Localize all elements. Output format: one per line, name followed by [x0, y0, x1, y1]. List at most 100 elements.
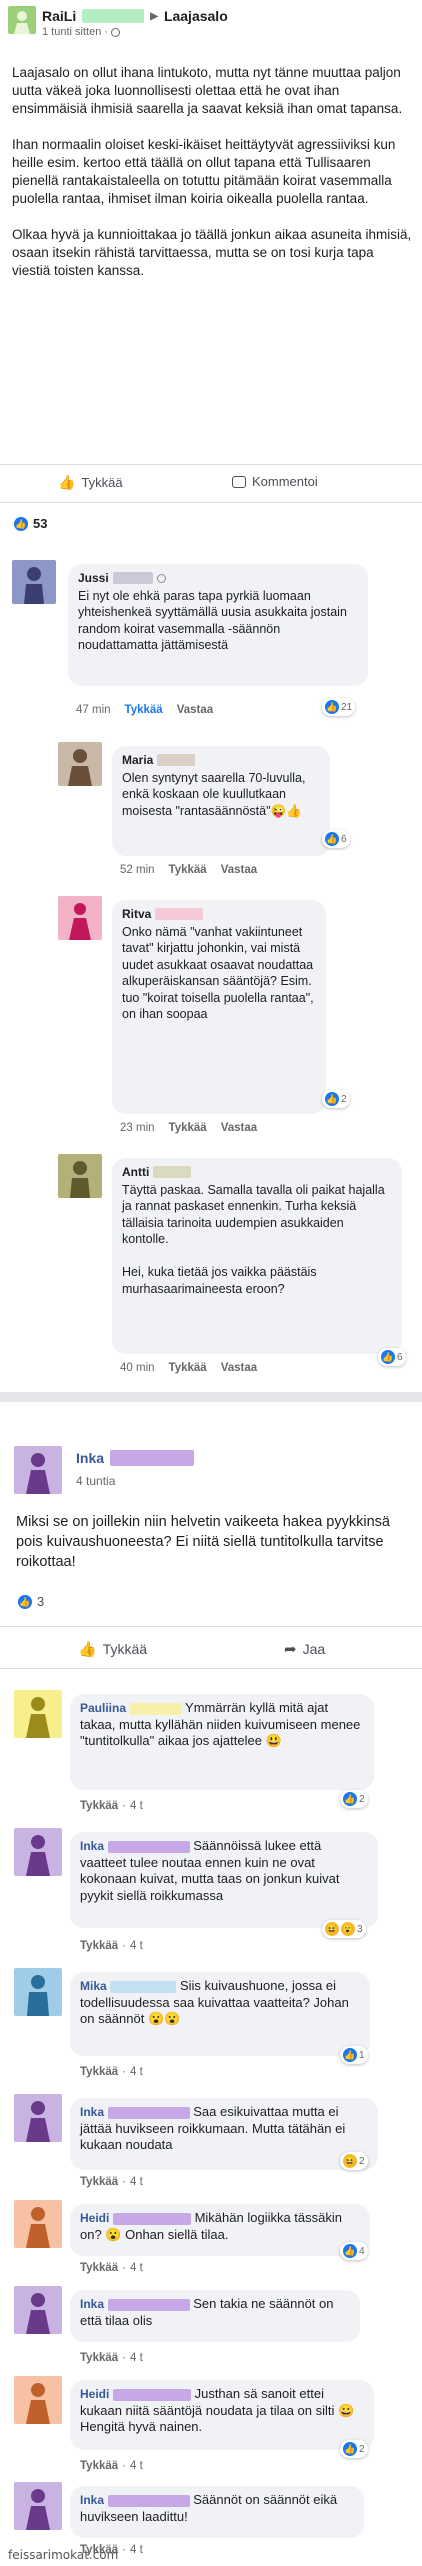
like-reaction-icon: 👍 [325, 832, 339, 846]
comment-button[interactable]: Kommentoi [232, 474, 318, 489]
divider [0, 1668, 422, 1669]
comment-like-link[interactable]: Tykkää [169, 1362, 207, 1374]
comment-bubble: Inka Säännöt on säännöt eikä huvikseen l… [70, 2486, 364, 2538]
comment-reply-link[interactable]: Vastaa [221, 1122, 257, 1134]
comment-reactions[interactable]: 👍 2 [340, 1790, 368, 1808]
commenter-name[interactable]: Heidi [80, 2211, 109, 2225]
comment-bubble: Jussi Ei nyt ole ehkä paras tapa pyrkiä … [68, 564, 368, 686]
reaction-summary[interactable]: 👍 3 [18, 1594, 44, 1609]
comment-like-link[interactable]: Tykkää [80, 1940, 118, 1952]
comment-reply-link[interactable]: Vastaa [177, 704, 213, 716]
comment-like-link[interactable]: Tykkää [80, 2352, 118, 2364]
comment-text: Ei nyt ole ehkä paras tapa pyrkiä luomaa… [78, 588, 347, 653]
comment-meta: Tykkää · 4 t [80, 2176, 143, 2188]
comment-text: Pauliina Ymmärrän kyllä mitä ajat takaa,… [80, 1700, 361, 1748]
reaction-summary[interactable]: 👍 53 [14, 516, 47, 531]
avatar[interactable] [14, 2200, 62, 2248]
comment-time: 4 t [130, 2460, 143, 2472]
comment-reactions[interactable]: 😆 2 [340, 2152, 368, 2170]
commenter-name[interactable]: Pauliina [80, 1701, 126, 1715]
comment-time: 47 min [76, 704, 111, 716]
commenter-name[interactable]: Ritva [122, 906, 151, 923]
avatar[interactable] [14, 1828, 62, 1876]
comment-meta: Tykkää · 4 t [80, 2460, 143, 2472]
post-header: Inka [76, 1450, 195, 1466]
like-reaction-icon: 👍 [343, 2048, 357, 2062]
comment-reactions[interactable]: 😆 😮 3 [322, 1920, 366, 1938]
commenter-name[interactable]: Antti [122, 1164, 149, 1181]
avatar[interactable] [14, 2482, 62, 2530]
avatar[interactable] [58, 742, 102, 786]
comment-text: Mika Siis kuivaushuone, jossa ei todelli… [80, 1978, 349, 2026]
comment-bubble: Heidi Justhan sä sanoit ettei kukaan nii… [70, 2380, 374, 2450]
commenter-name[interactable]: Heidi [80, 2387, 109, 2401]
comment-reply-link[interactable]: Vastaa [221, 864, 257, 876]
commenter-name[interactable]: Jussi [78, 570, 109, 587]
avatar[interactable] [8, 6, 36, 34]
arrow-right-icon: ▶ [150, 10, 158, 22]
comment-like-link[interactable]: Tykkää [80, 2460, 118, 2472]
watermark: feissarimokat.com [8, 2548, 119, 2562]
avatar[interactable] [12, 560, 56, 604]
avatar[interactable] [14, 1968, 62, 2016]
comment-reactions[interactable]: 👍 6 [322, 830, 350, 848]
author-name[interactable]: Inka [76, 1450, 104, 1466]
redacted-name [129, 1702, 182, 1715]
comment-time: 52 min [120, 864, 155, 876]
redacted-name [107, 2106, 190, 2119]
comment-reactions[interactable]: 👍 6 [378, 1348, 406, 1366]
comment-text: Täyttä paskaa. Samalla tavalla oli paika… [122, 1182, 385, 1296]
comment-like-link[interactable]: Tykkää [169, 864, 207, 876]
like-button[interactable]: 👍 Tykkää [78, 1640, 147, 1658]
avatar[interactable] [14, 2376, 62, 2424]
redacted-name [155, 908, 204, 921]
commenter-name[interactable]: Inka [80, 1839, 104, 1853]
redacted-name [157, 754, 196, 767]
share-button[interactable]: ➦ Jaa [284, 1640, 325, 1658]
post-time: 1 tunti sitten · [42, 26, 121, 38]
commenter-name[interactable]: Inka [80, 2493, 104, 2507]
like-button[interactable]: 👍 Tykkää [58, 474, 123, 491]
like-reaction-icon: 👍 [325, 1092, 339, 1106]
avatar[interactable] [14, 1690, 62, 1738]
comment-text: Inka Saa esikuivattaa mutta ei jättää hu… [80, 2104, 346, 2152]
redacted-name [107, 1840, 190, 1853]
post-header: RaiLi ▶ Laajasalo [42, 8, 228, 24]
author-name[interactable]: RaiLi [42, 8, 76, 24]
avatar[interactable] [14, 2286, 62, 2334]
comment-reactions[interactable]: 👍 1 [340, 2046, 368, 2064]
comment-like-link[interactable]: Tykkää [80, 1800, 118, 1812]
redacted-name [112, 572, 153, 585]
comment-time: 23 min [120, 1122, 155, 1134]
like-reaction-icon: 👍 [343, 2442, 357, 2456]
group-name[interactable]: Laajasalo [164, 8, 228, 24]
divider [0, 1626, 422, 1627]
redacted-name [112, 2212, 191, 2225]
redacted-name [110, 1980, 177, 1993]
commenter-name[interactable]: Mika [80, 1979, 107, 1993]
comment-reactions[interactable]: 👍 2 [322, 1090, 350, 1108]
comment-reply-link[interactable]: Vastaa [221, 1362, 257, 1374]
commenter-name[interactable]: Maria [122, 752, 153, 769]
comment-reactions[interactable]: 👍 21 [322, 698, 356, 716]
thumbs-up-icon: 👍 [58, 474, 76, 490]
comment-reactions[interactable]: 👍 4 [340, 2242, 368, 2260]
avatar[interactable] [14, 1446, 62, 1494]
share-icon: ➦ [284, 1641, 297, 1658]
avatar[interactable] [58, 896, 102, 940]
comment-like-link[interactable]: Tykkää [125, 704, 163, 716]
comment-reactions[interactable]: 👍 2 [340, 2440, 368, 2458]
comment-like-link[interactable]: Tykkää [80, 2176, 118, 2188]
comment-like-link[interactable]: Tykkää [169, 1122, 207, 1134]
comment-bubble: Mika Siis kuivaushuone, jossa ei todelli… [70, 1972, 370, 2056]
avatar[interactable] [14, 2094, 62, 2142]
avatar[interactable] [58, 1154, 102, 1198]
comment-time: 4 t [130, 1940, 143, 1952]
comment-bubble: Maria Olen syntynyt saarella 70-luvulla,… [112, 746, 330, 856]
comment-like-link[interactable]: Tykkää [80, 2066, 118, 2078]
comment-like-link[interactable]: Tykkää [80, 2262, 118, 2274]
commenter-name[interactable]: Inka [80, 2297, 104, 2311]
like-reaction-icon: 👍 [343, 2244, 357, 2258]
like-reaction-icon: 👍 [14, 516, 28, 531]
commenter-name[interactable]: Inka [80, 2105, 104, 2119]
